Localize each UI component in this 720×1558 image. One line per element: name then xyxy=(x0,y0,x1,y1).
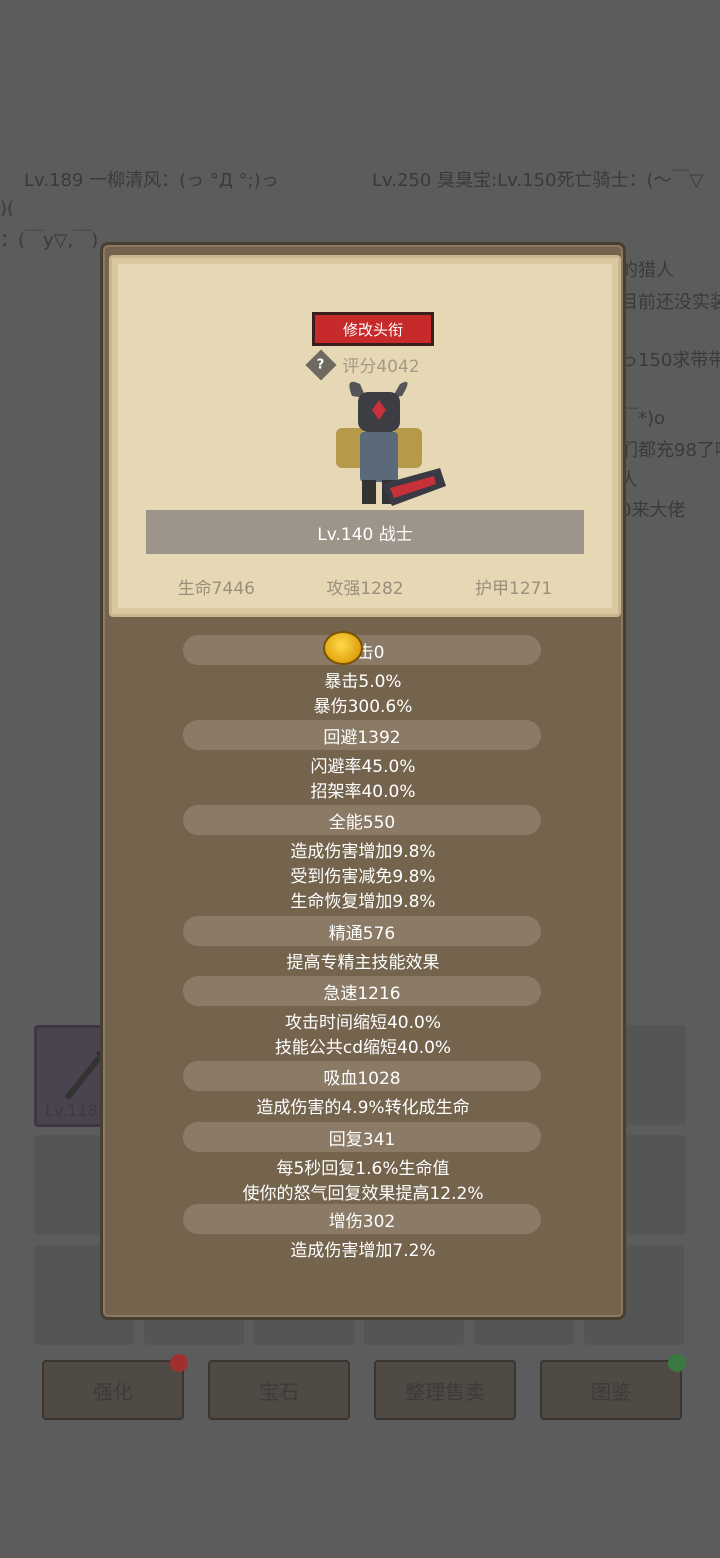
attack-stat: 攻强1282 xyxy=(326,579,404,599)
enhance-button[interactable]: 强化 xyxy=(42,1354,188,1420)
inventory-slot[interactable] xyxy=(620,1135,686,1235)
stat-line: 使你的怒气回复效果提高12.2% xyxy=(242,1184,484,1204)
stat-line: 暴击5.0% xyxy=(324,672,402,692)
stat-header-avoidance: 回避1392 xyxy=(183,720,541,750)
coin-icon xyxy=(323,631,363,665)
chat-message: 们都充98了吗 xyxy=(620,440,720,461)
inventory-slot[interactable] xyxy=(620,1025,686,1125)
stat-header-lifesteal: 吸血1028 xyxy=(183,1061,541,1091)
stat-line: 造成伤害增加9.8% xyxy=(290,842,436,862)
stat-line: 攻击时间缩短40.0% xyxy=(284,1013,441,1033)
character-stats-modal: 修改头衔 ? 评分4042 Lv.140 战士 生命7446 攻强1282 护甲… xyxy=(100,242,626,1320)
chat-message: 的猎人 xyxy=(620,260,674,281)
stat-header-haste: 急速1216 xyxy=(183,976,541,1006)
armor-stat: 护甲1271 xyxy=(475,579,553,599)
character-name-banner: Lv.140 战士 xyxy=(146,510,584,554)
character-header: 修改头衔 ? 评分4042 Lv.140 战士 生命7446 攻强1282 护甲… xyxy=(109,255,621,617)
stat-line: 造成伤害增加7.2% xyxy=(290,1241,436,1261)
stat-line: 提高专精主技能效果 xyxy=(286,953,440,973)
stat-line: 闪避率45.0% xyxy=(310,757,416,777)
stat-header-crit: 暴击0 xyxy=(183,631,541,665)
stat-header-versatility: 全能550 xyxy=(183,805,541,835)
sort-sell-label: 整理售卖 xyxy=(405,1379,485,1404)
item-level: Lv.118 xyxy=(45,1101,98,1120)
codex-label: 图鉴 xyxy=(591,1379,631,1404)
stat-header-damage-bonus: 增伤302 xyxy=(183,1204,541,1234)
inventory-slot[interactable] xyxy=(34,1135,100,1235)
change-title-button[interactable]: 修改头衔 xyxy=(312,312,434,346)
stat-line: 技能公共cd缩短40.0% xyxy=(274,1038,452,1058)
chat-message: ￣*)o xyxy=(620,408,666,429)
chat-message: Lv.189 一柳清风：(っ °Д °;)っ xyxy=(24,170,279,191)
score-text: 评分4042 xyxy=(342,357,420,377)
stat-line: 每5秒回复1.6%生命值 xyxy=(276,1159,450,1179)
chat-message: Lv.250 臭臭宝:Lv.150死亡骑士：(～￣▽ xyxy=(372,170,704,191)
stat-line: 暴伤300.6% xyxy=(313,697,413,717)
chat-message: 目前还没实装 xyxy=(620,292,720,313)
gem-button[interactable]: 宝石 xyxy=(208,1360,350,1420)
gem-label: 宝石 xyxy=(259,1379,299,1404)
sort-sell-button[interactable]: 整理售卖 xyxy=(374,1360,516,1420)
stat-line: 生命恢复增加9.8% xyxy=(290,892,436,912)
stat-header-mastery: 精通576 xyxy=(183,916,541,946)
hp-stat: 生命7446 xyxy=(177,579,255,599)
warrior-avatar xyxy=(336,381,446,506)
notification-badge-icon xyxy=(170,1354,188,1372)
stat-line: 造成伤害的4.9%转化成生命 xyxy=(256,1098,470,1118)
chat-message: 0来大佬 xyxy=(620,500,686,521)
score-row: ? 评分4042 xyxy=(112,348,618,381)
enhance-label: 强化 xyxy=(93,1379,133,1404)
stat-header-regen: 回复341 xyxy=(183,1122,541,1152)
chat-message: ：(￣y▽,￣) xyxy=(0,230,99,251)
codex-button[interactable]: 图鉴 xyxy=(540,1354,686,1420)
base-stats-row: 生命7446 攻强1282 护甲1271 xyxy=(112,574,618,599)
chat-message: )( xyxy=(0,198,15,219)
chat-message: っ150求带带 xyxy=(620,350,720,371)
stat-line: 受到伤害减免9.8% xyxy=(290,867,436,887)
stat-line: 招架率40.0% xyxy=(310,782,416,802)
notification-badge-icon xyxy=(668,1354,686,1372)
